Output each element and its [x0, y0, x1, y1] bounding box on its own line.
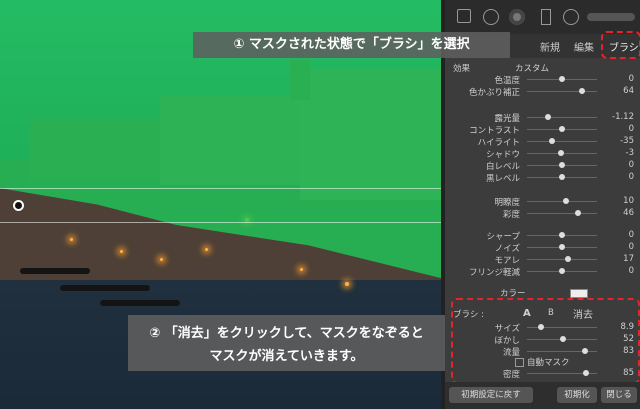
slider-track: [527, 91, 597, 92]
gondola: [20, 268, 90, 274]
slider-knob[interactable]: [562, 198, 569, 204]
slider-label: ノイズ: [494, 244, 520, 254]
slider-value[interactable]: -1.12: [612, 112, 634, 122]
slider-label: コントラスト: [469, 126, 520, 136]
red-eye-icon[interactable]: [509, 9, 525, 25]
tab-new[interactable]: 新規: [540, 39, 560, 54]
slider-knob[interactable]: [578, 88, 585, 94]
slider-label: 明瞭度: [494, 198, 520, 208]
slider-label: 白レベル: [485, 162, 520, 172]
slider-label: ハイライト: [477, 138, 520, 148]
adjust-slider-row: 彩度 46: [445, 208, 640, 220]
effect-preset[interactable]: カスタム: [515, 62, 549, 74]
slider-knob[interactable]: [559, 244, 565, 250]
callout-step2-line1: ② 「消去」をクリックして、マスクをなぞると: [149, 326, 424, 341]
light: [300, 268, 303, 271]
slider-track: [527, 213, 597, 214]
slider-knob[interactable]: [559, 174, 565, 180]
adjust-slider-row: 黒レベル 0: [445, 172, 640, 184]
slider-value[interactable]: 0: [629, 172, 634, 182]
slider-knob[interactable]: [558, 150, 565, 156]
slider-knob[interactable]: [564, 256, 571, 262]
color-swatch[interactable]: [570, 289, 588, 298]
slider-track: [527, 117, 597, 118]
adjust-slider-row: 明瞭度 10: [445, 196, 640, 208]
close-button[interactable]: 閉じる: [601, 387, 637, 403]
adjustment-panel: 新規 編集 ブラシ 効果 カスタム 色温度 0 色かぶり補正 64 露光量 -1.12 コン…: [441, 0, 640, 409]
light: [345, 282, 349, 286]
brush-section-highlight: [451, 298, 640, 384]
guide-line: [0, 222, 441, 223]
adjust-slider-row: モアレ 17: [445, 254, 640, 266]
guide-line: [0, 188, 441, 189]
slider-knob[interactable]: [559, 268, 565, 274]
slider-value[interactable]: 0: [629, 266, 634, 276]
tab-edit[interactable]: 編集: [574, 39, 594, 54]
mask-pin[interactable]: [13, 200, 24, 211]
gondola: [100, 300, 180, 306]
adjust-slider-row: 色温度 0: [445, 74, 640, 86]
adjust-slider-row: シャドウ -3: [445, 148, 640, 160]
graduated-filter-icon[interactable]: [541, 9, 551, 25]
slider-value[interactable]: 17: [623, 254, 634, 264]
adjust-slider-row: シャープ 0: [445, 230, 640, 242]
reset-button[interactable]: 初期設定に戻す: [449, 387, 533, 403]
radial-filter-icon[interactable]: [563, 9, 579, 25]
slider-value[interactable]: 46: [623, 208, 634, 218]
slider-label: 色温度: [494, 76, 520, 86]
slider-knob[interactable]: [575, 210, 582, 216]
slider-label: シャープ: [486, 232, 521, 242]
adjust-slider-row: フリンジ軽減 0: [445, 266, 640, 278]
slider-knob[interactable]: [559, 162, 565, 168]
slider-value[interactable]: 0: [629, 124, 634, 134]
tool-strip: [445, 0, 640, 34]
gondola: [60, 285, 150, 291]
slider-label: フリンジ軽減: [468, 268, 520, 278]
effect-label: 効果: [453, 64, 471, 74]
slider-value[interactable]: 0: [629, 160, 634, 170]
brush-tool-slider[interactable]: [587, 13, 635, 21]
light: [70, 238, 73, 241]
slider-track: [527, 259, 597, 260]
adjust-slider-row: コントラスト 0: [445, 124, 640, 136]
slider-label: モアレ: [494, 256, 520, 266]
grid-tool-icon[interactable]: [457, 9, 471, 23]
slider-value[interactable]: 64: [623, 86, 634, 96]
slider-knob[interactable]: [545, 114, 551, 120]
slider-label: 黒レベル: [485, 174, 520, 184]
slider-value[interactable]: 10: [623, 196, 634, 206]
slider-label: シャドウ: [485, 150, 520, 160]
slider-value[interactable]: -35: [620, 136, 634, 146]
slider-value[interactable]: 0: [629, 242, 634, 252]
slider-value[interactable]: 0: [629, 74, 634, 84]
init-button[interactable]: 初期化: [557, 387, 597, 403]
panel-footer: 初期設定に戻す 初期化 閉じる: [445, 382, 640, 409]
slider-track: [527, 141, 597, 142]
adjust-slider-row: ノイズ 0: [445, 242, 640, 254]
light: [160, 258, 163, 261]
adjust-slider-row: 色かぶり補正 64: [445, 86, 640, 98]
callout-step2: ② 「消去」をクリックして、マスクをなぞると マスクが消えていきます。: [128, 315, 445, 371]
slider-value[interactable]: -3: [626, 148, 634, 158]
slider-knob[interactable]: [559, 126, 565, 132]
light: [205, 248, 208, 251]
callout-step1: ① マスクされた状態で「ブラシ」を選択: [193, 32, 510, 58]
slider-knob[interactable]: [559, 76, 565, 82]
slider-label: 露光量: [494, 114, 520, 124]
adjust-slider-row: ハイライト -35: [445, 136, 640, 148]
callout-step2-line2: マスクが消えていきます。: [209, 349, 364, 364]
brush-tab-highlight: [601, 31, 640, 59]
slider-knob[interactable]: [559, 232, 565, 238]
slider-label: 彩度: [502, 210, 520, 220]
adjust-slider-row: 白レベル 0: [445, 160, 640, 172]
slider-value[interactable]: 0: [629, 230, 634, 240]
slider-track: [527, 201, 597, 202]
light: [120, 250, 123, 253]
slider-label: 色かぶり補正: [468, 88, 520, 98]
slider-knob[interactable]: [549, 138, 556, 144]
spot-removal-icon[interactable]: [483, 9, 499, 25]
adjust-slider-row: 露光量 -1.12: [445, 112, 640, 124]
